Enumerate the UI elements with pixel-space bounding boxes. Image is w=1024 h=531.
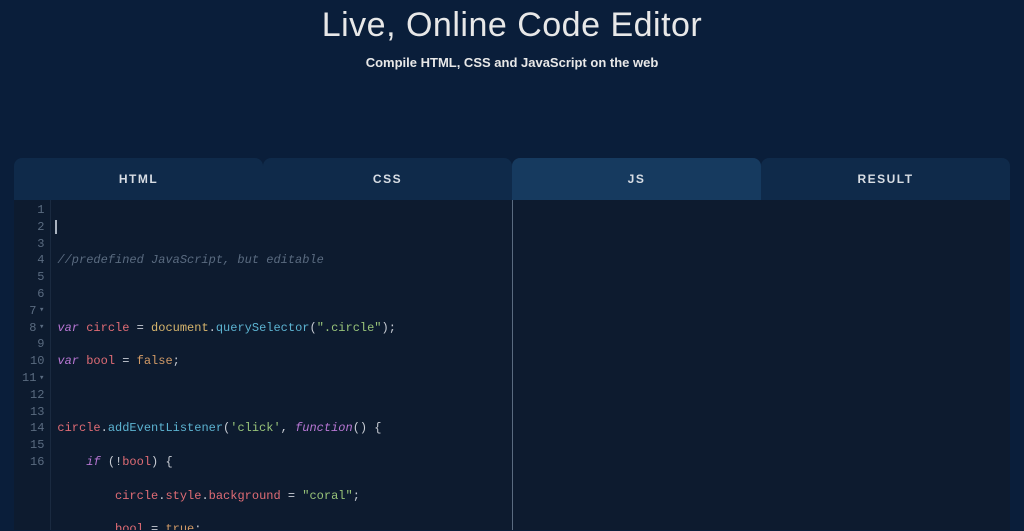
code-token: = xyxy=(129,321,151,335)
code-token: ) { xyxy=(151,455,173,469)
code-token: ; xyxy=(353,489,360,503)
code-token: bool xyxy=(115,522,144,530)
code-token: "coral" xyxy=(302,489,352,503)
code-token: (! xyxy=(101,455,123,469)
code-token: style xyxy=(165,489,201,503)
line-number: 12 xyxy=(22,387,44,404)
result-panel xyxy=(513,200,1011,530)
code-token: true xyxy=(165,522,194,530)
tab-result[interactable]: RESULT xyxy=(761,158,1010,200)
line-number: 8▾ xyxy=(22,320,44,337)
text-cursor xyxy=(55,220,57,234)
line-number: 11▾ xyxy=(22,370,44,387)
code-token: ".circle" xyxy=(317,321,382,335)
fold-icon[interactable]: ▾ xyxy=(37,372,44,385)
code-token: circle xyxy=(86,321,129,335)
code-token: () { xyxy=(353,421,382,435)
code-token: document xyxy=(151,321,209,335)
code-token: = xyxy=(144,522,166,530)
page-subtitle: Compile HTML, CSS and JavaScript on the … xyxy=(0,55,1024,70)
line-number: 13 xyxy=(22,404,44,421)
tab-css[interactable]: CSS xyxy=(263,158,512,200)
tab-bar: HTML CSS JS RESULT xyxy=(14,158,1010,200)
fold-icon[interactable]: ▾ xyxy=(37,321,44,334)
code-token: //predefined JavaScript, but editable xyxy=(57,253,323,267)
code-token: ; xyxy=(173,354,180,368)
line-number: 1 xyxy=(22,202,44,219)
code-token xyxy=(57,455,86,469)
code-token: = xyxy=(115,354,137,368)
code-token: addEventListener xyxy=(108,421,223,435)
line-number-gutter: 1 2 3 4 5 6 7▾ 8▾ 9 10 11▾ 12 13 14 15 1… xyxy=(14,200,51,530)
code-token: false xyxy=(137,354,173,368)
code-token xyxy=(57,489,115,503)
line-number: 3 xyxy=(22,236,44,253)
code-token: circle xyxy=(57,421,100,435)
line-number: 14 xyxy=(22,420,44,437)
code-token: circle xyxy=(115,489,158,503)
code-token: if xyxy=(86,455,100,469)
code-token: ; xyxy=(194,522,201,530)
line-number: 15 xyxy=(22,437,44,454)
code-token: bool xyxy=(122,455,151,469)
tab-html[interactable]: HTML xyxy=(14,158,263,200)
line-number: 10 xyxy=(22,353,44,370)
code-token: 'click' xyxy=(230,421,280,435)
code-token: var xyxy=(57,354,79,368)
code-token: . xyxy=(201,489,208,503)
fold-icon[interactable]: ▾ xyxy=(37,304,44,317)
line-number: 4 xyxy=(22,252,44,269)
line-number: 2 xyxy=(22,219,44,236)
code-token: ( xyxy=(309,321,316,335)
code-token: background xyxy=(209,489,281,503)
code-token xyxy=(57,522,115,530)
code-token: querySelector xyxy=(216,321,310,335)
code-token: function xyxy=(295,421,353,435)
code-content[interactable]: //predefined JavaScript, but editable va… xyxy=(51,200,402,530)
line-number: 6 xyxy=(22,286,44,303)
line-number: 5 xyxy=(22,269,44,286)
line-number: 7▾ xyxy=(22,303,44,320)
code-token: bool xyxy=(86,354,115,368)
editor-container: HTML CSS JS RESULT 1 2 3 4 5 6 7▾ 8▾ 9 1… xyxy=(14,158,1010,530)
code-token: . xyxy=(101,421,108,435)
code-editor-panel[interactable]: 1 2 3 4 5 6 7▾ 8▾ 9 10 11▾ 12 13 14 15 1… xyxy=(14,200,513,530)
line-number: 9 xyxy=(22,336,44,353)
code-token: var xyxy=(57,321,79,335)
code-token: = xyxy=(281,489,303,503)
code-token: ); xyxy=(382,321,396,335)
tab-js[interactable]: JS xyxy=(512,158,761,200)
line-number: 16 xyxy=(22,454,44,471)
code-token: , xyxy=(281,421,295,435)
page-title: Live, Online Code Editor xyxy=(0,6,1024,45)
code-token: . xyxy=(209,321,216,335)
